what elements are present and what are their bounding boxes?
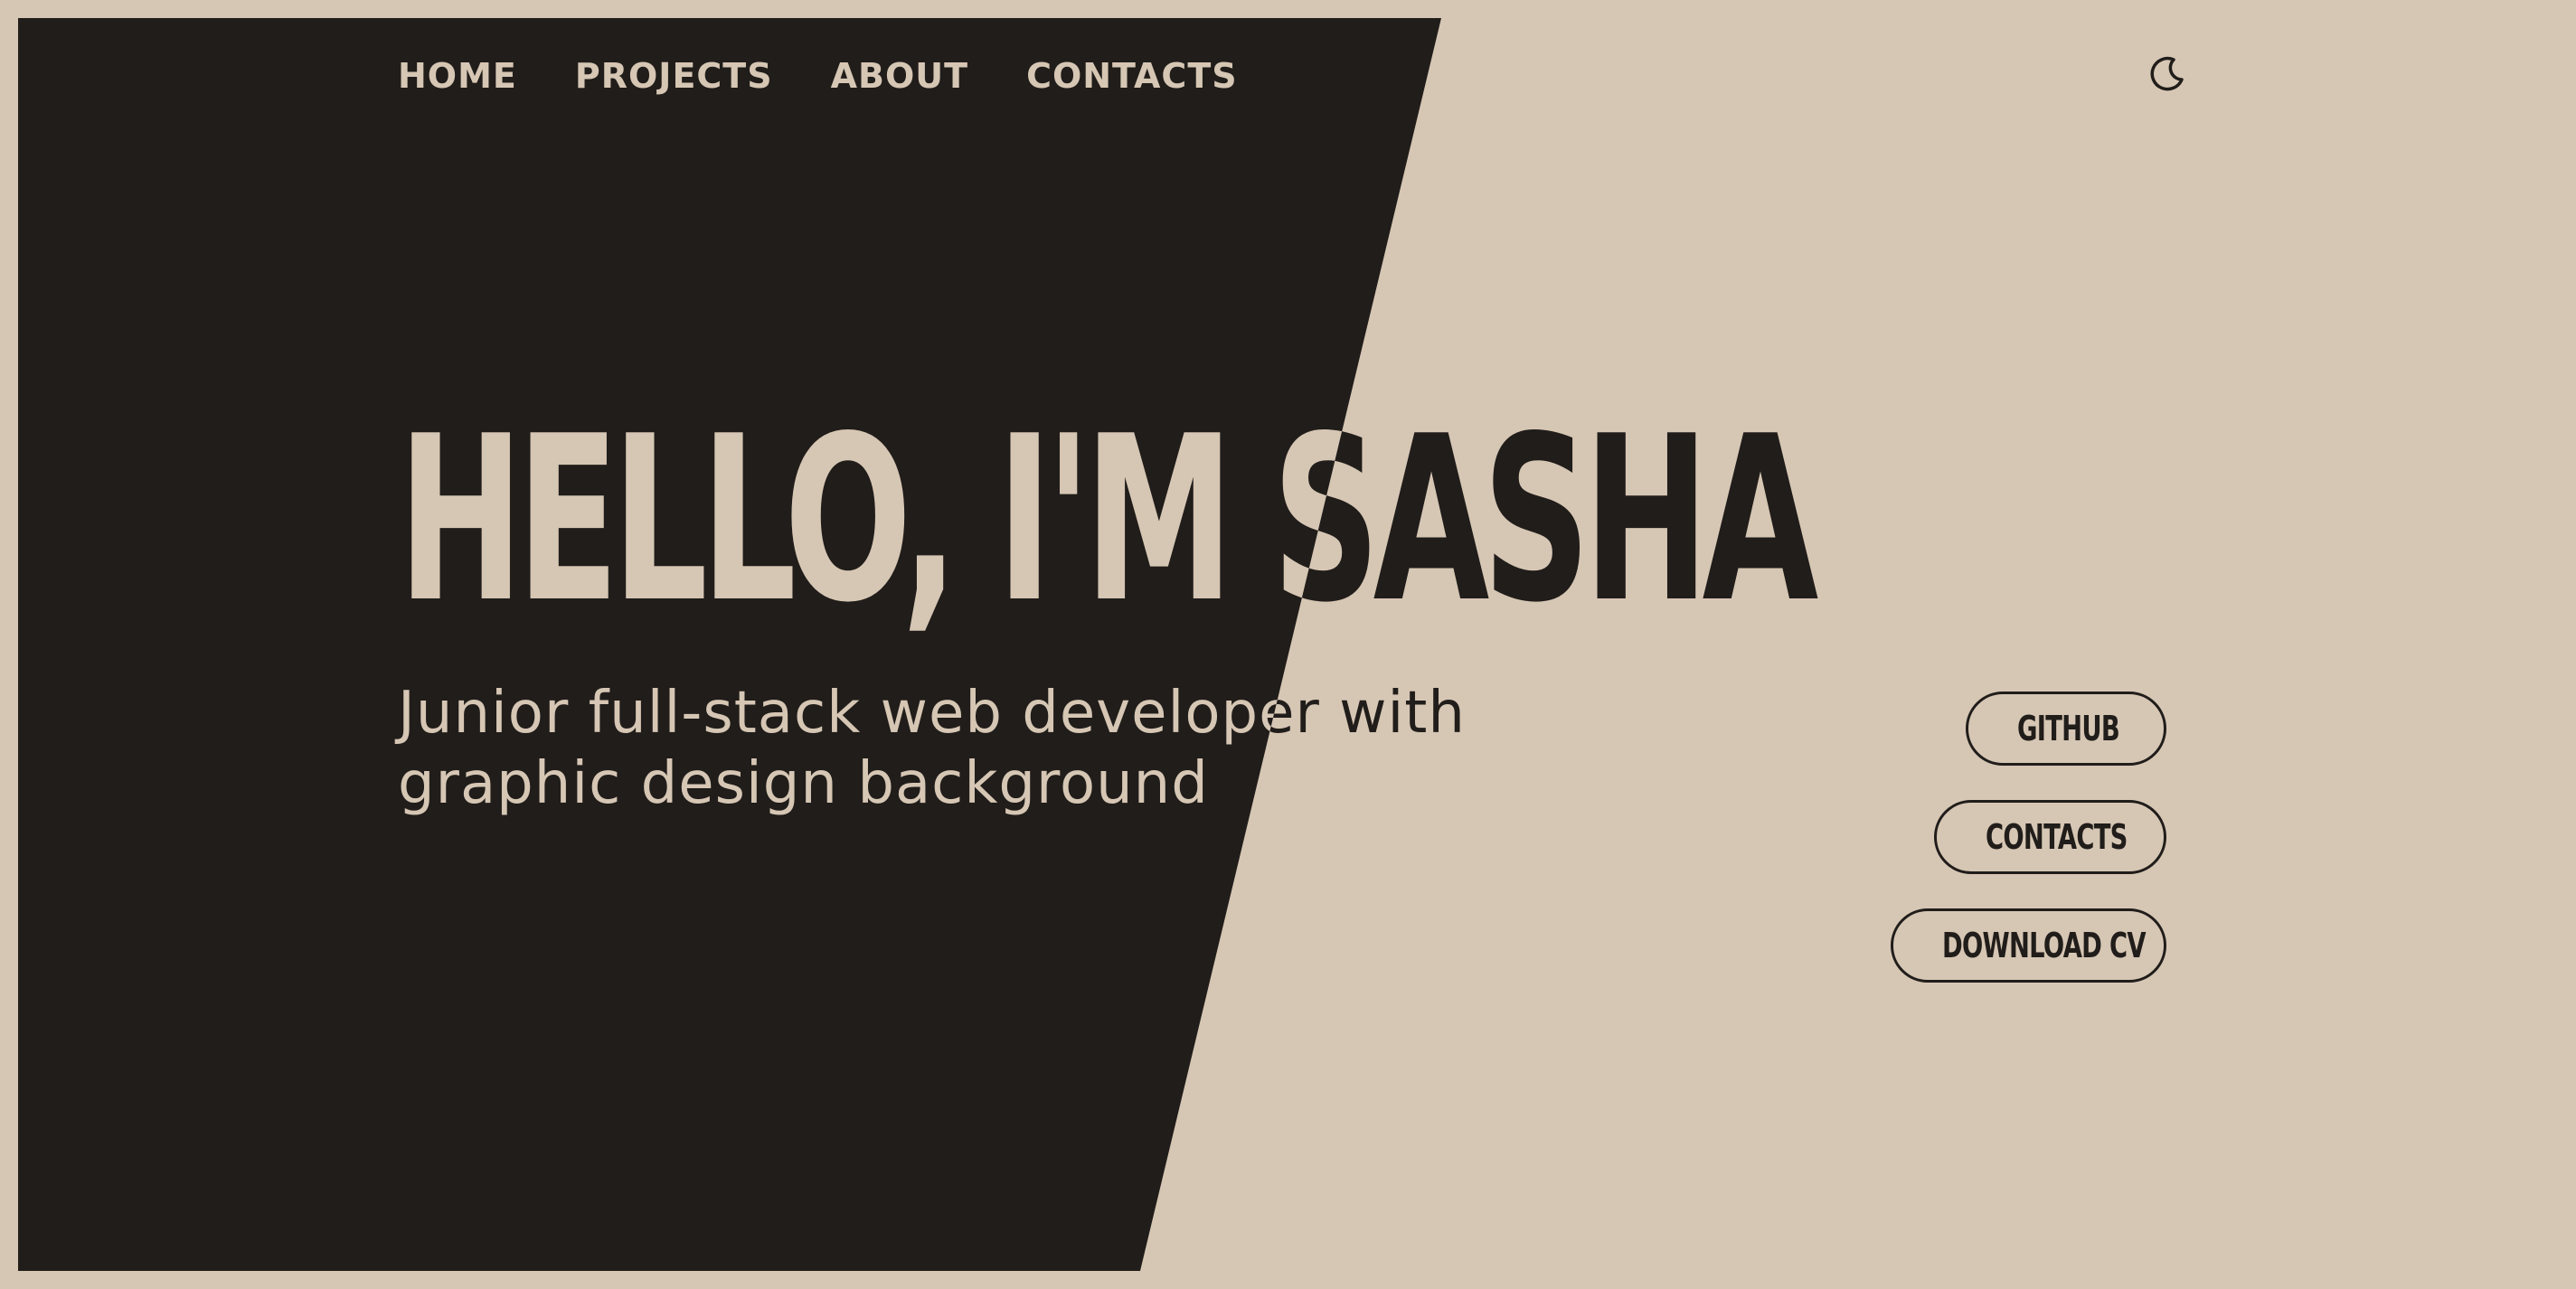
contacts-button-label: CONTACTS [1986, 817, 2128, 857]
contacts-button[interactable]: CONTACTS [1934, 800, 2166, 874]
github-button-label: GITHUB [2017, 709, 2120, 748]
page-frame: HOME PROJECTS ABOUT CONTACTS HELLO, I'M … [18, 18, 2558, 1271]
download-cv-button-label: DOWNLOAD CV [1942, 926, 2146, 965]
download-cv-button[interactable]: DOWNLOAD CV [1891, 908, 2166, 983]
github-button[interactable]: GITHUB [1966, 692, 2166, 766]
